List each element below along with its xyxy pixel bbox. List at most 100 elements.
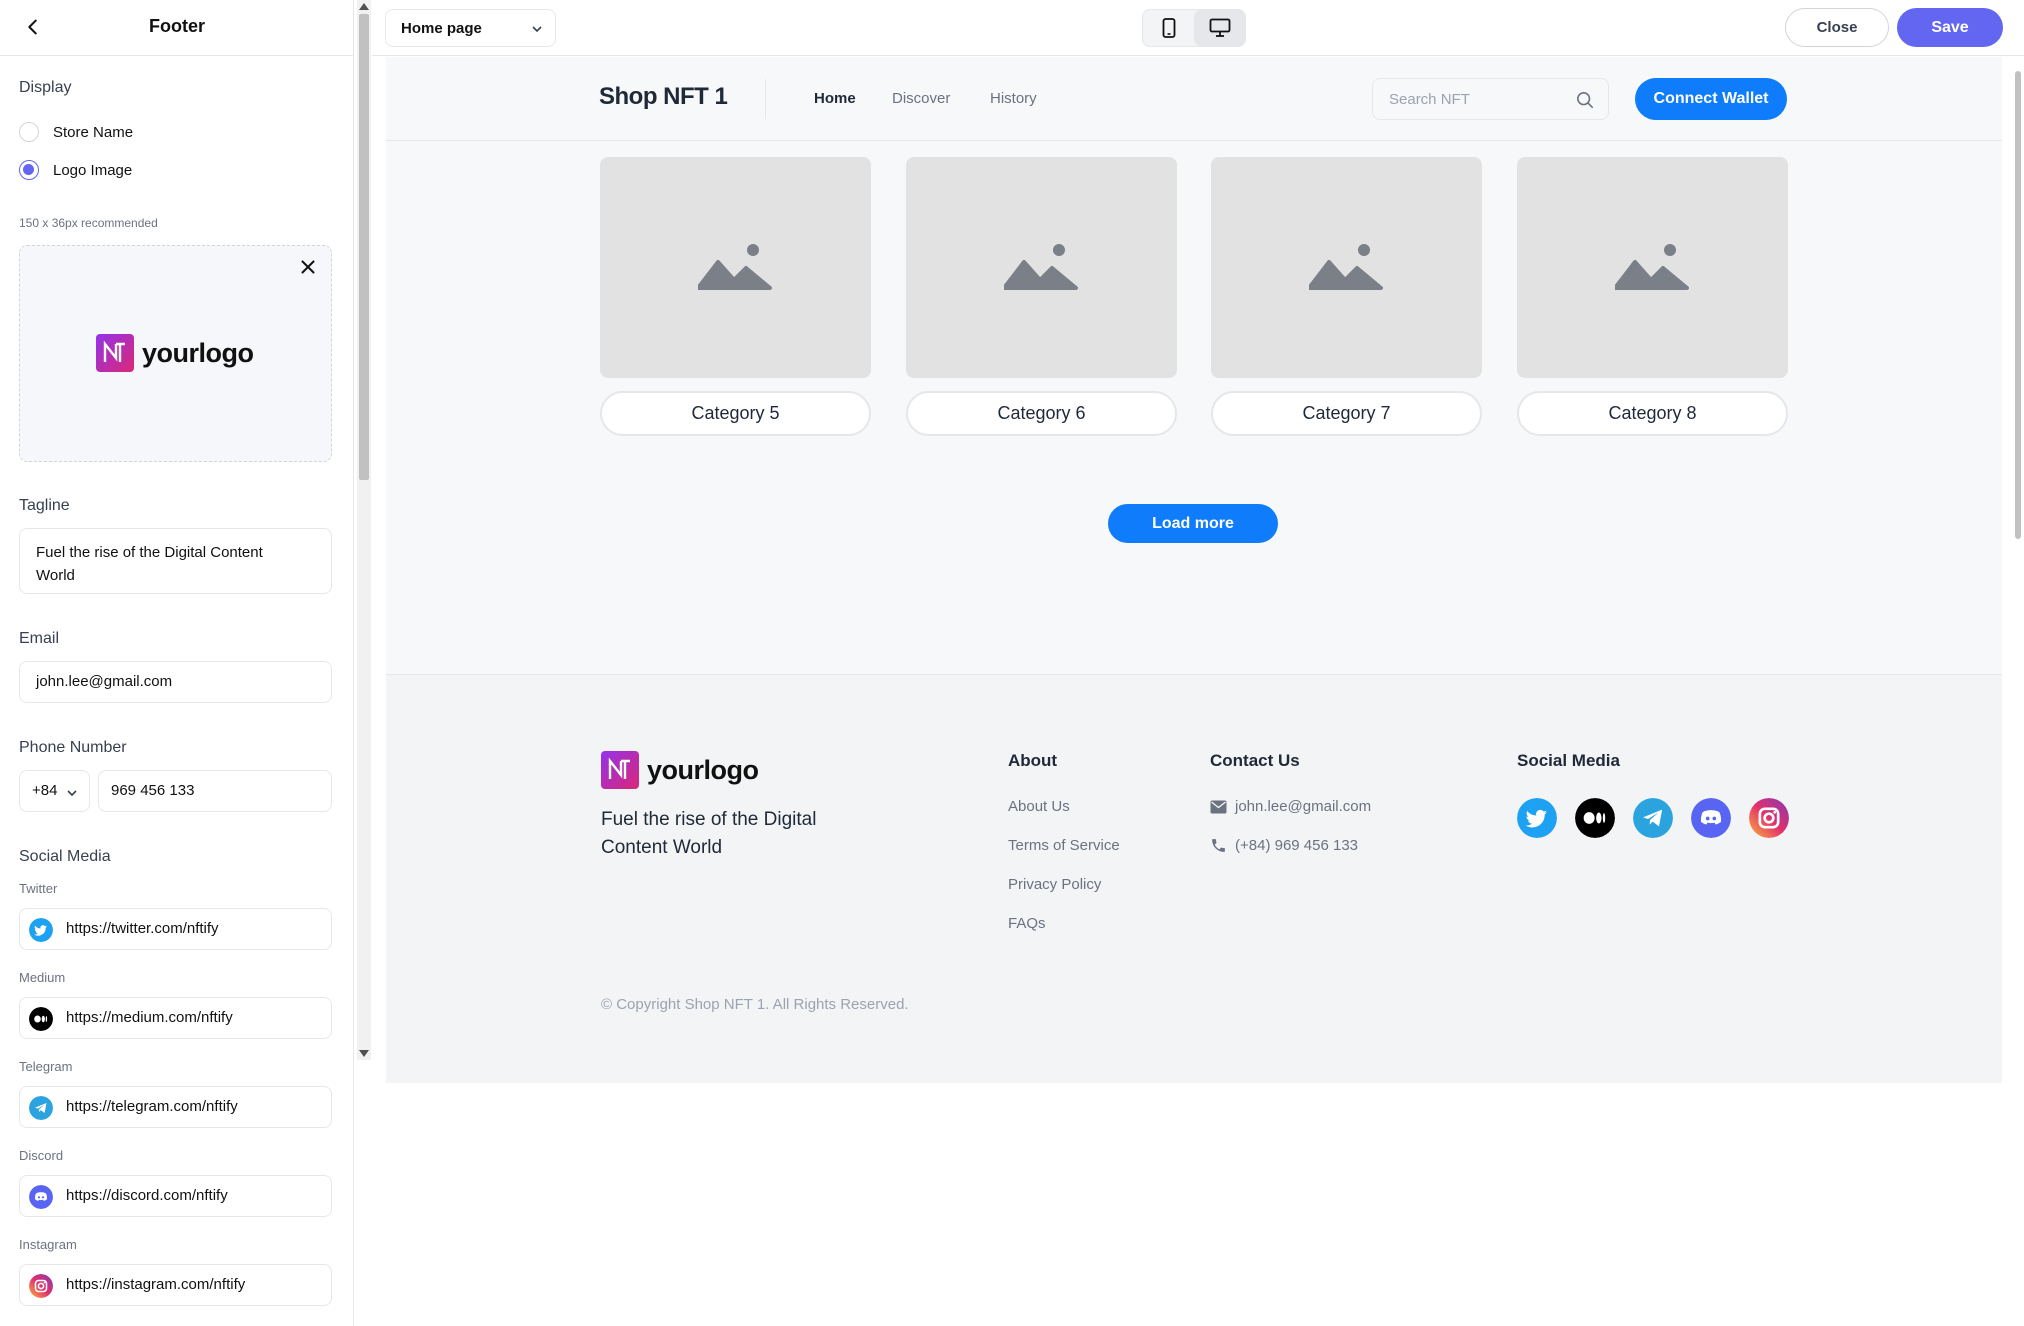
settings-panel: Footer Display Store Name Logo Image 150… xyxy=(0,0,354,1326)
tagline-line: Fuel the rise of the Digital Content xyxy=(36,544,263,561)
category-button[interactable]: Category 7 xyxy=(1211,391,1482,436)
email-label: Email xyxy=(19,630,60,647)
radio-label: Logo Image xyxy=(53,161,133,179)
category-button[interactable]: Category 5 xyxy=(600,391,871,436)
radio-label: Store Name xyxy=(53,123,134,141)
nav-home[interactable]: Home xyxy=(814,90,856,107)
telegram-label: Telegram xyxy=(19,1059,73,1074)
scrollbar-thumb[interactable] xyxy=(359,14,369,480)
logo-preview: yourlogo xyxy=(96,334,254,372)
category-button[interactable]: Category 8 xyxy=(1517,391,1788,436)
contact-email[interactable]: john.lee@gmail.com xyxy=(1210,798,1371,815)
footer-link[interactable]: Terms of Service xyxy=(1008,837,1120,854)
footer-logo[interactable]: yourlogo xyxy=(601,751,759,789)
image-placeholder-icon xyxy=(1615,244,1689,290)
category-image[interactable] xyxy=(1517,157,1788,378)
contact-heading: Contact Us xyxy=(1210,751,1300,770)
about-heading: About xyxy=(1008,751,1058,770)
radio-logo-image[interactable]: Logo Image xyxy=(19,160,132,180)
logo-text: yourlogo xyxy=(647,754,759,785)
preview-scrollbar[interactable] xyxy=(2012,57,2024,1060)
discord-icon[interactable] xyxy=(1691,798,1731,838)
panel-title: Footer xyxy=(149,16,205,36)
tagline-textarea[interactable]: Fuel the rise of the Digital Content Wor… xyxy=(19,528,332,594)
mobile-view-button[interactable] xyxy=(1143,10,1195,46)
logo-size-hint: 150 x 36px recommended xyxy=(19,216,158,230)
social-label: Social Media xyxy=(19,848,111,865)
chevron-down-icon xyxy=(532,26,542,33)
close-icon[interactable] xyxy=(297,256,319,278)
mobile-icon xyxy=(1162,18,1176,38)
contact-email-text: john.lee@gmail.com xyxy=(1235,798,1372,815)
medium-field[interactable]: https://medium.com/nftify xyxy=(19,997,332,1039)
twitter-icon[interactable] xyxy=(1517,798,1557,838)
save-button[interactable]: Save xyxy=(1897,8,2003,47)
scroll-up-arrow-icon[interactable] xyxy=(359,3,369,10)
email-field[interactable]: john.lee@gmail.com xyxy=(19,661,332,703)
site-footer: yourlogo Fuel the rise of the Digital Co… xyxy=(386,674,2002,1083)
load-more-button[interactable]: Load more xyxy=(1108,504,1278,543)
medium-icon xyxy=(29,1007,53,1031)
discord-field[interactable]: https://discord.com/nftify xyxy=(19,1175,332,1217)
scroll-down-arrow-icon[interactable] xyxy=(359,1050,369,1057)
country-code: +84 xyxy=(32,782,58,799)
category-button[interactable]: Category 6 xyxy=(906,391,1177,436)
panel-scrollbar[interactable] xyxy=(357,0,371,1060)
category-image[interactable] xyxy=(906,157,1177,378)
telegram-icon[interactable] xyxy=(1633,798,1673,838)
nav-history[interactable]: History xyxy=(990,90,1037,107)
footer-link[interactable]: FAQs xyxy=(1008,915,1046,932)
phone-label: Phone Number xyxy=(19,739,127,756)
chevron-down-icon xyxy=(67,790,77,797)
medium-icon[interactable] xyxy=(1575,798,1615,838)
connect-wallet-button[interactable]: Connect Wallet xyxy=(1635,78,1787,120)
mail-icon xyxy=(1210,800,1227,813)
close-button[interactable]: Close xyxy=(1785,8,1889,47)
instagram-icon[interactable] xyxy=(1749,798,1789,838)
category-image[interactable] xyxy=(600,157,871,378)
image-placeholder-icon xyxy=(698,244,772,290)
instagram-field[interactable]: https://instagram.com/nftify xyxy=(19,1264,332,1306)
page-select[interactable]: Home page xyxy=(385,9,556,47)
country-code-select[interactable]: +84 xyxy=(19,770,90,812)
logo-mark-icon xyxy=(601,751,639,789)
tagline-line: World xyxy=(36,567,75,584)
desktop-icon xyxy=(1209,18,1231,37)
nav-divider xyxy=(765,79,766,119)
tagline-label: Tagline xyxy=(19,497,70,514)
instagram-icon xyxy=(29,1274,53,1298)
twitter-label: Twitter xyxy=(19,881,58,896)
image-placeholder-icon xyxy=(1309,244,1383,290)
nav-discover[interactable]: Discover xyxy=(892,90,950,107)
panel-header: Footer xyxy=(0,0,353,56)
logo-mark-icon xyxy=(96,334,134,372)
footer-link[interactable]: About Us xyxy=(1008,798,1070,815)
search-input[interactable]: Search NFT xyxy=(1372,78,1609,120)
phone-value: 969 456 133 xyxy=(111,782,195,799)
telegram-icon xyxy=(29,1096,53,1120)
image-placeholder-icon xyxy=(1004,244,1078,290)
phone-icon xyxy=(1212,839,1225,852)
telegram-field[interactable]: https://telegram.com/nftify xyxy=(19,1086,332,1128)
page-select-value: Home page xyxy=(401,20,482,37)
twitter-field[interactable]: https://twitter.com/nftify xyxy=(19,908,332,950)
site-preview: Shop NFT 1 Home Discover History Search … xyxy=(386,57,2002,1083)
telegram-url: https://telegram.com/nftify xyxy=(66,1098,238,1115)
desktop-view-button[interactable] xyxy=(1194,10,1246,46)
tagline-value: Fuel the rise of the Digital Content Wor… xyxy=(36,541,263,587)
logo-upload-box[interactable]: yourlogo xyxy=(19,245,332,462)
discord-icon xyxy=(29,1185,53,1209)
logo-text: yourlogo xyxy=(142,337,254,368)
radio-button-selected[interactable] xyxy=(19,160,39,180)
medium-label: Medium xyxy=(19,970,66,985)
email-value: john.lee@gmail.com xyxy=(36,673,173,690)
phone-field[interactable]: 969 456 133 xyxy=(98,770,332,812)
radio-button[interactable] xyxy=(19,122,39,142)
footer-link[interactable]: Privacy Policy xyxy=(1008,876,1101,893)
category-image[interactable] xyxy=(1211,157,1482,378)
radio-store-name[interactable]: Store Name xyxy=(19,122,133,142)
contact-phone[interactable]: (+84) 969 456 133 xyxy=(1210,837,1358,854)
search-icon xyxy=(1576,91,1594,109)
shop-name[interactable]: Shop NFT 1 xyxy=(599,83,728,111)
scrollbar-thumb[interactable] xyxy=(2015,71,2021,539)
